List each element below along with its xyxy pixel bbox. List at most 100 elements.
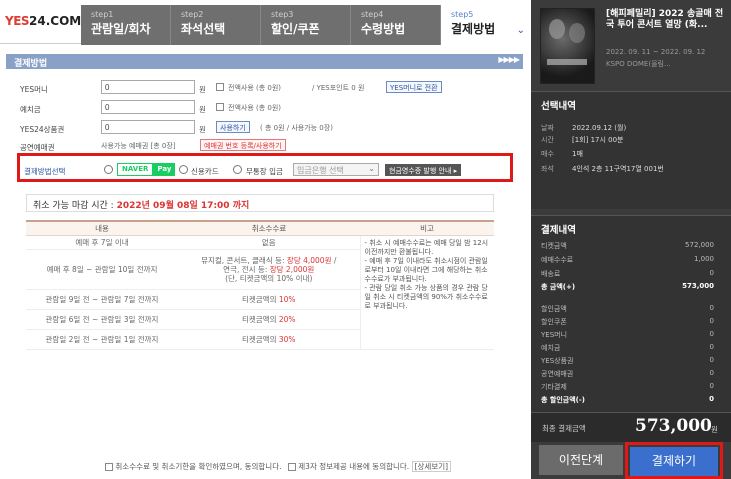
- chevron-down-icon[interactable]: ⌄: [517, 25, 525, 36]
- event-title: [해피페밀리] 2022 송골매 전국 투어 콘서트 열망 (화...: [606, 9, 724, 30]
- summary-row: 티켓금액 572,000: [541, 241, 714, 251]
- gift-card-use-button[interactable]: 사용하기: [216, 121, 250, 133]
- yes-money-input[interactable]: [101, 80, 195, 94]
- selection-value: 1매: [572, 150, 583, 158]
- discount-value: 0: [709, 317, 714, 325]
- fee-content: 예매 후 7일 이내: [26, 235, 178, 250]
- event-venue: KSPO DOME(올림...: [606, 60, 671, 68]
- fee-notes: - 취소 시 예매수수료는 예매 당일 밤 12시 이전까지만 환불됩니다. -…: [359, 235, 494, 350]
- summary-key: 총 금액(+): [541, 283, 576, 291]
- selection-value: 4인석 2층 11구역17열 001번: [572, 165, 664, 173]
- logo-part2: 24.COM: [29, 14, 82, 28]
- fee-content: 관람일 9일 전 ~ 관람일 7일 전까지: [26, 289, 178, 310]
- discount-value: 0: [709, 356, 714, 364]
- yes24-logo[interactable]: YES 24.COM: [5, 8, 81, 34]
- bank-transfer-radio[interactable]: [233, 165, 242, 174]
- discount-key: 할인금액: [541, 305, 567, 313]
- yes-point-text: / YES포인트 0 원: [312, 84, 365, 92]
- yes-money-all-checkbox[interactable]: [216, 83, 224, 91]
- summary-value: 572,000: [685, 241, 714, 249]
- agree-cancel-label: 취소수수료 및 취소기한을 확인하였으며, 동의합니다.: [115, 462, 282, 471]
- fee-value: 티켓금액의 10%: [178, 289, 360, 310]
- step-number: step2: [181, 10, 204, 19]
- cancel-fee-table: 내용 취소수수료 비고 예매 후 7일 이내 없음 - 취소 시 예매수수료는 …: [26, 220, 494, 350]
- dropdown-caret-icon: ⌄: [368, 164, 375, 173]
- final-total: 최종 결제금액 573,000 원: [531, 412, 731, 442]
- logo-part1: YES: [5, 14, 30, 28]
- step-number: step4: [361, 10, 384, 19]
- selection-value: [1회] 17시 00분: [572, 136, 624, 144]
- discount-value: 0: [709, 343, 714, 351]
- fee-percent: 20%: [278, 314, 296, 324]
- discount-row: 할인금액 0: [541, 304, 714, 314]
- summary-row: 배송료 0: [541, 269, 714, 279]
- discount-key: 총 할인금액(-): [541, 396, 585, 404]
- step-label: 수령방법: [361, 22, 406, 36]
- payment-method-label: 결제방법선택: [24, 167, 66, 176]
- fee-text: (단, 티켓금액의 10% 이내): [225, 273, 313, 283]
- naver-pay-logo[interactable]: NAVER Pay: [117, 163, 176, 176]
- cash-receipt-info-button[interactable]: 현금영수증 발행 안내 ▸: [385, 164, 462, 176]
- fee-text: 연극, 전시 등:: [223, 264, 270, 274]
- poster-text: [547, 59, 587, 65]
- order-summary-panel: [해피페밀리] 2022 송골매 전국 투어 콘서트 열망 (화... 2022…: [531, 0, 731, 479]
- selection-title: 선택내역: [541, 101, 576, 112]
- fee-text: 티켓금액의: [241, 294, 279, 304]
- discount-key: YES상품권: [541, 357, 574, 365]
- credit-card-radio[interactable]: [179, 165, 188, 174]
- step-label: 할인/쿠폰: [271, 22, 320, 36]
- naver-pay-radio[interactable]: [104, 165, 113, 174]
- discount-total-row: 총 할인금액(-) 0: [541, 395, 714, 405]
- selection-section: 선택내역 날짜 2022.09.12 (월) 시간 [1회] 17시 00분 매…: [531, 91, 731, 209]
- fee-percent: 30%: [278, 334, 296, 344]
- payment-summary-title: 결제내역: [541, 225, 576, 236]
- discount-row: YES머니 0: [541, 330, 714, 340]
- summary-total-row: 총 금액(+) 573,000: [541, 282, 714, 292]
- discount-key: 공연예매권: [541, 370, 574, 378]
- step-nav: step1 관람일/회차 step2 좌석선택 step3 할인/쿠폰 step…: [81, 5, 531, 45]
- final-total-value: 573,000: [635, 416, 712, 436]
- step-number: step1: [91, 10, 114, 19]
- bank-select[interactable]: 입금은행 선택 ⌄: [293, 163, 379, 176]
- cancel-deadline-value: 2022년 09월 08일 17:00 까지: [116, 201, 250, 211]
- agreement-bar: 취소수수료 및 취소기한을 확인하였으며, 동의합니다. 제3자 정보제공 내용…: [105, 461, 452, 472]
- deposit-unit: 원: [199, 105, 206, 114]
- event-dates: 2022. 09. 11 ~ 2022. 09. 12: [606, 48, 706, 56]
- expand-arrows-icon[interactable]: ▶▶▶▶: [498, 55, 520, 64]
- discount-key: 기타결제: [541, 383, 567, 391]
- header: YES 24.COM step1 관람일/회차 step2 좌석선택 step3 …: [0, 0, 531, 45]
- step-2-tab[interactable]: step2 좌석선택: [171, 5, 261, 45]
- step-3-tab[interactable]: step3 할인/쿠폰: [261, 5, 351, 45]
- poster-figure: [549, 19, 565, 39]
- agree-detail-link[interactable]: [상세보기]: [411, 461, 452, 472]
- deposit-input[interactable]: [101, 100, 195, 114]
- event-poster[interactable]: [540, 8, 595, 84]
- step-1-tab[interactable]: step1 관람일/회차: [81, 5, 171, 45]
- fee-text: 티켓금액의: [241, 334, 279, 344]
- agree-thirdparty-checkbox[interactable]: [287, 463, 296, 471]
- pay-text: Pay: [153, 163, 176, 176]
- pay-button[interactable]: 결제하기: [630, 447, 718, 476]
- section-header: 결제방법 ▶▶▶▶: [6, 54, 523, 69]
- discount-value: 0: [709, 304, 714, 312]
- step-5-tab[interactable]: step5 결제방법 ⌄: [441, 5, 531, 45]
- payment-summary-section: 결제내역 티켓금액 572,000 예매수수료 1,000 배송료 0 총 금액(+)…: [531, 215, 731, 412]
- deposit-all-checkbox[interactable]: [216, 103, 224, 111]
- previous-step-button[interactable]: 이전단계: [539, 445, 623, 475]
- discount-key: YES머니: [541, 331, 568, 339]
- naver-text: NAVER: [117, 163, 154, 176]
- agree-cancel-checkbox[interactable]: [105, 463, 113, 471]
- final-total-label: 최종 결제금액: [542, 424, 586, 433]
- summary-value: 573,000: [682, 282, 714, 290]
- discount-value: 0: [709, 382, 714, 390]
- gift-card-input[interactable]: [101, 120, 195, 134]
- yes-money-unit: 원: [199, 85, 206, 94]
- step-4-tab[interactable]: step4 수령방법: [351, 5, 441, 45]
- discount-key: 할인쿠폰: [541, 318, 567, 326]
- summary-key: 예매수수료: [541, 256, 574, 264]
- yes-money-convert-button[interactable]: YES머니로 전환: [386, 81, 442, 93]
- gift-card-unit: 원: [199, 125, 206, 134]
- fee-value: 뮤지컬, 콘서트, 클래식 등: 장당 4,000원 / 연극, 전시 등: 장…: [178, 249, 360, 290]
- ticket-voucher-register-button[interactable]: 예매권 번호 등록/사용하기: [200, 139, 286, 151]
- ticket-voucher-available: 사용가능 예매권 [총 0장]: [101, 142, 176, 150]
